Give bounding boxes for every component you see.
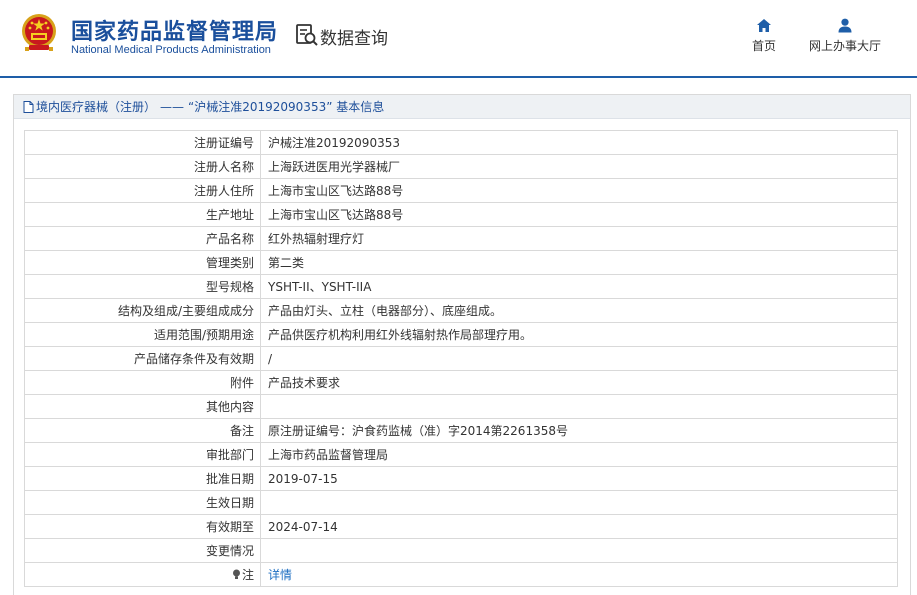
field-label: 适用范围/预期用途 xyxy=(24,322,261,347)
field-label: 注册人名称 xyxy=(24,154,261,179)
table-row: 其他内容 xyxy=(24,394,898,419)
registration-info-table: 注册证编号 沪械注准20192090353 注册人名称 上海跃进医用光学器械厂 注册人住… xyxy=(24,130,898,587)
table-row: 适用范围/预期用途 产品供医疗机构利用红外线辐射热作局部理疗用。 xyxy=(24,322,898,347)
home-icon xyxy=(757,19,771,32)
table-row: 审批部门 上海市药品监督管理局 xyxy=(24,442,898,467)
field-label: 生效日期 xyxy=(24,490,261,515)
table-row: 产品名称 红外热辐射理疗灯 xyxy=(24,226,898,251)
field-label: 型号规格 xyxy=(24,274,261,299)
brand-name-cn: 国家药品监督管理局 xyxy=(71,20,279,45)
table-row: 管理类别 第二类 xyxy=(24,250,898,275)
field-value: 沪械注准20192090353 xyxy=(260,130,898,155)
field-label: 附件 xyxy=(24,370,261,395)
field-value xyxy=(260,538,898,563)
table-row: 注册人名称 上海跃进医用光学器械厂 xyxy=(24,154,898,179)
field-value: 红外热辐射理疗灯 xyxy=(260,226,898,251)
table-row: 注册证编号 沪械注准20192090353 xyxy=(24,130,898,155)
note-label: 注 xyxy=(241,568,254,582)
field-label: 结构及组成/主要组成成分 xyxy=(24,298,261,323)
nav-online-hall-label: 网上办事大厅 xyxy=(808,39,881,53)
field-value: 上海跃进医用光学器械厂 xyxy=(260,154,898,179)
table-row: 备注 原注册证编号：沪食药监械（准）字2014第2261358号 xyxy=(24,418,898,443)
field-label: 注册证编号 xyxy=(24,130,261,155)
brand-name-en: National Medical Products Administration xyxy=(71,44,271,56)
breadcrumb-root-link[interactable]: 境内医疗器械（注册） xyxy=(36,98,156,115)
table-row: 结构及组成/主要组成成分 产品由灯头、立柱（电器部分）、底座组成。 xyxy=(24,298,898,323)
field-value: 第二类 xyxy=(260,250,898,275)
table-row: 注册人住所 上海市宝山区飞达路88号 xyxy=(24,178,898,203)
field-value: 上海市宝山区飞达路88号 xyxy=(260,202,898,227)
field-label: 备注 xyxy=(24,418,261,443)
national-emblem-icon xyxy=(22,14,56,51)
table-row: 变更情况 xyxy=(24,538,898,563)
field-label: 有效期至 xyxy=(24,514,261,539)
table-row: 产品储存条件及有效期 / xyxy=(24,346,898,371)
field-label: 管理类别 xyxy=(24,250,261,275)
field-value: 产品供医疗机构利用红外线辐射热作局部理疗用。 xyxy=(260,322,898,347)
field-value: YSHT-II、YSHT-IIA xyxy=(260,274,898,299)
field-value: 上海市药品监督管理局 xyxy=(260,442,898,467)
note-label-cell: 注 xyxy=(24,562,261,587)
field-value: 2019-07-15 xyxy=(260,466,898,491)
field-value: 2024-07-14 xyxy=(260,514,898,539)
table-row: 批准日期 2019-07-15 xyxy=(24,466,898,491)
table-row: 附件 产品技术要求 xyxy=(24,370,898,395)
nav-home-link[interactable]: 首页 xyxy=(744,18,784,54)
site-header: 国家药品监督管理局 National Medical Products Admi… xyxy=(0,0,917,76)
table-row: 有效期至 2024-07-14 xyxy=(24,514,898,539)
info-panel: 境内医疗器械（注册） —— “沪械注准20192090353” 基本信息 注册证… xyxy=(13,94,911,595)
table-row: 型号规格 YSHT-II、YSHT-IIA xyxy=(24,274,898,299)
field-label: 产品储存条件及有效期 xyxy=(24,346,261,371)
field-value: 产品由灯头、立柱（电器部分）、底座组成。 xyxy=(260,298,898,323)
field-value: 上海市宝山区飞达路88号 xyxy=(260,178,898,203)
field-label: 变更情况 xyxy=(24,538,261,563)
field-value: 原注册证编号：沪食药监械（准）字2014第2261358号 xyxy=(260,418,898,443)
nav-home-label: 首页 xyxy=(751,39,776,53)
lightbulb-icon xyxy=(232,569,240,579)
field-value xyxy=(260,490,898,515)
table-row: 生效日期 xyxy=(24,490,898,515)
breadcrumb-separator: —— xyxy=(160,99,185,114)
field-label: 产品名称 xyxy=(24,226,261,251)
field-label: 注册人住所 xyxy=(24,178,261,203)
field-label: 批准日期 xyxy=(24,466,261,491)
data-query-icon xyxy=(296,24,318,46)
table-row: 生产地址 上海市宝山区飞达路88号 xyxy=(24,202,898,227)
field-value: / xyxy=(260,346,898,371)
field-label: 审批部门 xyxy=(24,442,261,467)
breadcrumb: 境内医疗器械（注册） —— “沪械注准20192090353” 基本信息 xyxy=(14,95,910,119)
note-value-cell: 详情 xyxy=(260,562,898,587)
detail-link[interactable]: 详情 xyxy=(268,568,292,582)
field-label: 生产地址 xyxy=(24,202,261,227)
breadcrumb-current: “沪械注准20192090353” 基本信息 xyxy=(188,100,385,114)
field-value xyxy=(260,394,898,419)
note-row: 注详情 xyxy=(24,562,898,587)
nav-online-hall-link[interactable]: 网上办事大厅 xyxy=(804,18,886,54)
user-icon xyxy=(838,18,852,33)
header-divider xyxy=(0,76,917,78)
data-query-label[interactable]: 数据查询 xyxy=(320,24,388,49)
field-value: 产品技术要求 xyxy=(260,370,898,395)
field-label: 其他内容 xyxy=(24,394,261,419)
document-icon xyxy=(23,100,34,113)
